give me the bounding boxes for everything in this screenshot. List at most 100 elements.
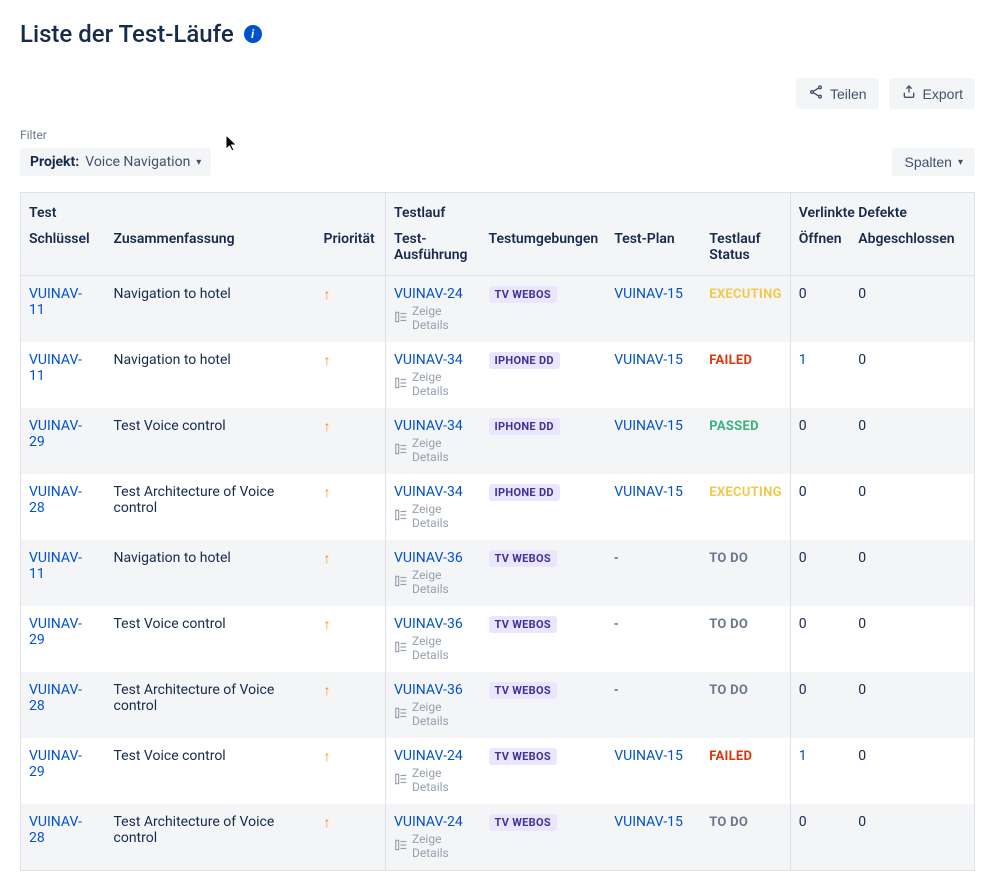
show-details-link[interactable]: Zeige Details: [394, 304, 473, 332]
share-icon: [808, 84, 824, 103]
execution-link[interactable]: VUINAV-34: [394, 484, 473, 500]
th-priority[interactable]: Priorität: [316, 231, 386, 276]
details-icon: [394, 772, 408, 789]
details-icon: [394, 310, 408, 327]
execution-link[interactable]: VUINAV-34: [394, 418, 473, 434]
environment-chip[interactable]: TV WEBOS: [489, 682, 557, 699]
details-icon: [394, 376, 408, 393]
th-group-defects: Verlinkte Defekte: [790, 193, 974, 232]
plan-link[interactable]: VUINAV-15: [614, 418, 683, 434]
priority-up-icon: ↑: [324, 353, 331, 369]
execution-link[interactable]: VUINAV-36: [394, 682, 473, 698]
execution-link[interactable]: VUINAV-36: [394, 550, 473, 566]
execution-link[interactable]: VUINAV-24: [394, 286, 473, 302]
table-row: VUINAV-28 Test Architecture of Voice cont…: [21, 804, 975, 871]
open-defects: 0: [799, 814, 807, 830]
status-badge: PASSED: [709, 419, 759, 434]
info-icon[interactable]: i: [244, 25, 262, 43]
show-details-link[interactable]: Zeige Details: [394, 700, 473, 728]
plan-empty: -: [614, 616, 618, 632]
test-summary: Navigation to hotel: [114, 550, 231, 566]
environment-chip[interactable]: TV WEBOS: [489, 814, 557, 831]
table-row: VUINAV-29 Test Voice control ↑ VUINAV-34 Zei…: [21, 408, 975, 474]
priority-up-icon: ↑: [324, 551, 331, 567]
th-key[interactable]: Schlüssel: [21, 231, 106, 276]
test-key-link[interactable]: VUINAV-28: [29, 682, 82, 714]
done-defects: 0: [858, 418, 866, 434]
show-details-link[interactable]: Zeige Details: [394, 634, 473, 662]
test-key-link[interactable]: VUINAV-11: [29, 550, 82, 582]
execution-link[interactable]: VUINAV-24: [394, 748, 473, 764]
table-row: VUINAV-28Test Architecture of Voice cont…: [21, 474, 975, 540]
plan-link[interactable]: VUINAV-15: [614, 484, 683, 500]
plan-empty: -: [614, 682, 618, 698]
open-defects: 0: [799, 286, 807, 302]
toolbar: Teilen Export: [20, 78, 975, 109]
environment-chip[interactable]: TV WEBOS: [489, 286, 557, 303]
priority-up-icon: ↑: [324, 683, 331, 699]
test-summary: Test Voice control: [114, 616, 226, 632]
filter-row: Filter Projekt: Voice Navigation ▾ Spalt…: [20, 127, 975, 176]
open-defects: 0: [799, 418, 807, 434]
open-defects-link[interactable]: 1: [799, 748, 807, 764]
show-details-link[interactable]: Zeige Details: [394, 766, 473, 794]
table-row: VUINAV-11Navigation to hotel↑VUINAV-24Ze…: [21, 276, 975, 343]
show-details-link[interactable]: Zeige Details: [394, 832, 473, 860]
export-label: Export: [923, 86, 963, 102]
show-details-link[interactable]: Zeige Details: [394, 436, 473, 464]
test-key-link[interactable]: VUINAV-28: [29, 814, 82, 846]
environment-chip[interactable]: IPHONE DD: [489, 484, 560, 501]
th-open[interactable]: Öffnen: [790, 231, 850, 276]
share-button[interactable]: Teilen: [796, 78, 879, 109]
table-row: VUINAV-28Test Architecture of Voice cont…: [21, 672, 975, 738]
test-key-link[interactable]: VUINAV-29: [29, 418, 82, 450]
execution-link[interactable]: VUINAV-36: [394, 616, 473, 632]
priority-up-icon: ↑: [324, 617, 331, 633]
chevron-down-icon: ▾: [196, 157, 201, 168]
open-defects: 0: [799, 550, 807, 566]
chevron-down-icon: ▾: [958, 157, 963, 168]
th-group-run: Testlauf: [386, 193, 791, 232]
priority-up-icon: ↑: [324, 749, 331, 765]
priority-up-icon: ↑: [324, 485, 331, 501]
environment-chip[interactable]: TV WEBOS: [489, 550, 557, 567]
th-summary[interactable]: Zusammenfassung: [106, 231, 316, 276]
environment-chip[interactable]: IPHONE DD: [489, 352, 560, 369]
plan-link[interactable]: VUINAV-15: [614, 352, 683, 368]
show-details-link[interactable]: Zeige Details: [394, 568, 473, 596]
test-summary: Test Architecture of Voice control: [114, 814, 275, 846]
environment-chip[interactable]: TV WEBOS: [489, 616, 557, 633]
project-filter[interactable]: Projekt: Voice Navigation ▾: [20, 148, 211, 176]
plan-link[interactable]: VUINAV-15: [614, 748, 683, 764]
th-plan[interactable]: Test-Plan: [606, 231, 701, 276]
filter-value: Voice Navigation: [85, 154, 190, 170]
execution-link[interactable]: VUINAV-24: [394, 814, 473, 830]
th-done[interactable]: Abgeschlossen: [850, 231, 974, 276]
open-defects: 0: [799, 484, 807, 500]
test-key-link[interactable]: VUINAV-28: [29, 484, 82, 516]
done-defects: 0: [858, 748, 866, 764]
show-details-link[interactable]: Zeige Details: [394, 370, 473, 398]
execution-link[interactable]: VUINAV-34: [394, 352, 473, 368]
priority-up-icon: ↑: [324, 419, 331, 435]
done-defects: 0: [858, 352, 866, 368]
details-icon: [394, 574, 408, 591]
export-button[interactable]: Export: [889, 78, 975, 109]
test-key-link[interactable]: VUINAV-11: [29, 352, 82, 384]
test-key-link[interactable]: VUINAV-29: [29, 616, 82, 648]
details-icon: [394, 442, 408, 459]
filter-group: Filter Projekt: Voice Navigation ▾: [20, 127, 211, 176]
test-key-link[interactable]: VUINAV-29: [29, 748, 82, 780]
environment-chip[interactable]: TV WEBOS: [489, 748, 557, 765]
th-environments[interactable]: Testumgebungen: [481, 231, 607, 276]
environment-chip[interactable]: IPHONE DD: [489, 418, 560, 435]
th-execution[interactable]: Test-Ausführung: [386, 231, 481, 276]
open-defects-link[interactable]: 1: [799, 352, 807, 368]
plan-link[interactable]: VUINAV-15: [614, 814, 683, 830]
th-status[interactable]: Testlauf Status: [701, 231, 790, 276]
columns-button[interactable]: Spalten ▾: [892, 148, 975, 176]
plan-link[interactable]: VUINAV-15: [614, 286, 683, 302]
test-key-link[interactable]: VUINAV-11: [29, 286, 82, 318]
show-details-link[interactable]: Zeige Details: [394, 502, 473, 530]
test-summary: Test Voice control: [114, 418, 226, 434]
